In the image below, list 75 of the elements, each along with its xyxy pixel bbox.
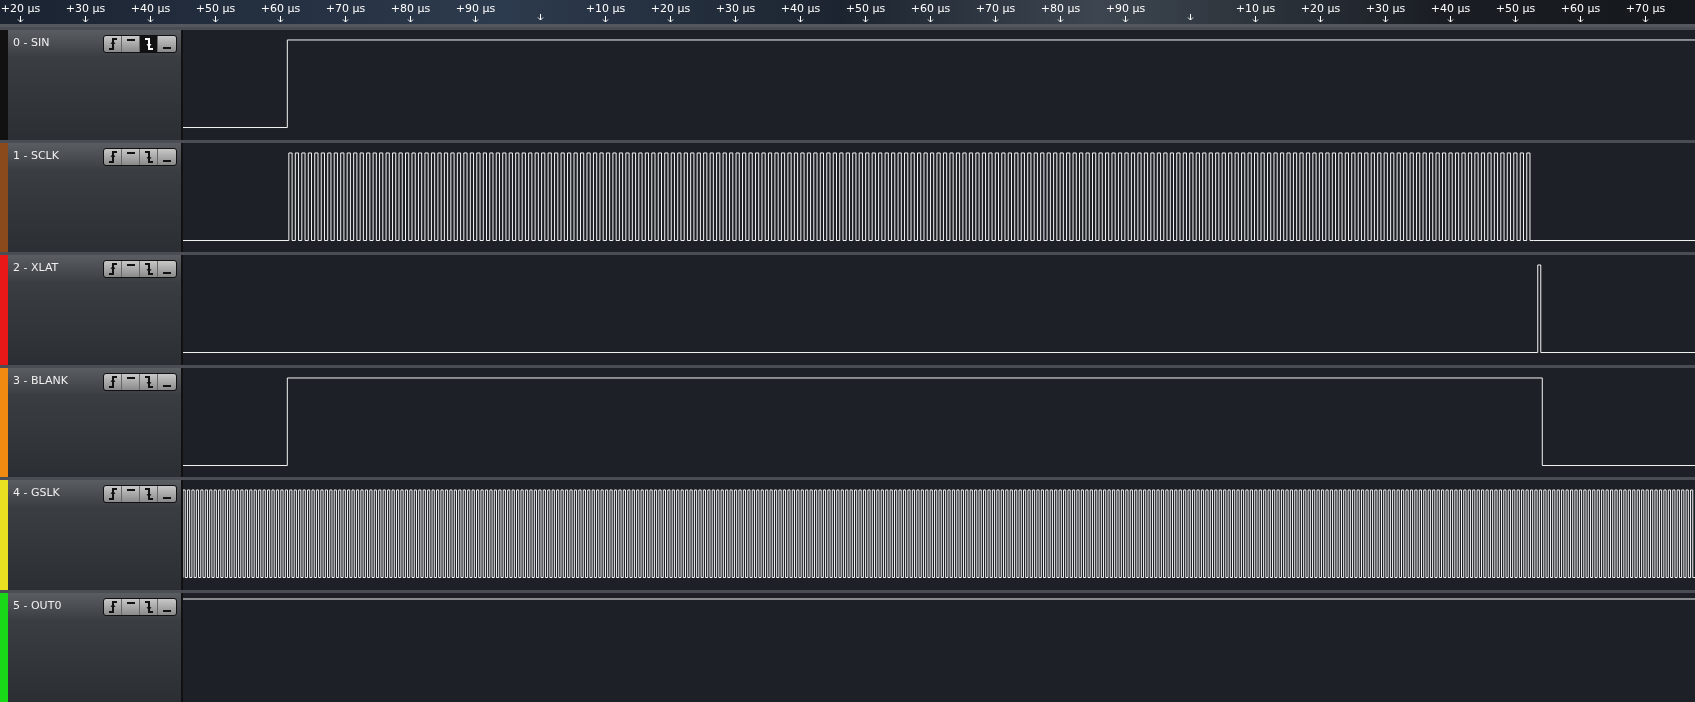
down-arrow-icon [1187, 14, 1194, 21]
rising-edge-icon [107, 600, 118, 613]
rising-edge-icon [107, 488, 118, 500]
high-level-icon [126, 376, 135, 379]
down-arrow-icon [1382, 16, 1389, 23]
down-arrow-icon [212, 16, 219, 23]
falling-edge-icon [143, 600, 154, 613]
down-arrow-icon [537, 14, 544, 21]
channel-name: 0 - SIN [13, 35, 50, 51]
low-level-icon [163, 159, 171, 162]
trigger-button[interactable] [140, 36, 158, 52]
down-arrow-icon [1577, 16, 1584, 23]
time-label: +90 µs [1105, 2, 1146, 16]
time-label: +20 µs [1300, 2, 1341, 16]
down-arrow-icon [472, 16, 479, 23]
time-label: +80 µs [1040, 2, 1081, 16]
down-arrow-icon [407, 16, 414, 23]
low-level-icon [163, 609, 171, 612]
time-label: +80 µs [390, 2, 431, 16]
high-level-icon [126, 151, 135, 154]
down-arrow-icon [732, 16, 739, 23]
down-arrow-icon [147, 16, 154, 23]
down-arrow-icon [602, 16, 609, 23]
time-label: +30 µs [715, 2, 756, 16]
rising-edge-icon [107, 263, 118, 275]
time-label: +60 µs [910, 2, 951, 16]
time-label: +50 µs [845, 2, 886, 16]
falling-edge-icon [143, 150, 154, 163]
time-label: +20 µs [0, 2, 41, 16]
time-label: +70 µs [325, 2, 366, 16]
time-label: +60 µs [260, 2, 301, 16]
falling-edge-icon [143, 375, 154, 388]
time-label: +40 µs [1430, 2, 1471, 16]
time-label: +30 µs [1365, 2, 1406, 16]
down-arrow-icon [1252, 16, 1259, 23]
channel-name: 3 - BLANK [13, 372, 68, 389]
time-label: +10 µs [585, 2, 626, 16]
channel-name: 4 - GSLK [13, 485, 60, 501]
low-level-icon [163, 384, 171, 387]
rising-edge-icon [107, 375, 118, 388]
down-arrow-icon [342, 16, 349, 23]
time-label: +10 µs [1235, 2, 1276, 16]
channel-name: 2 - XLAT [13, 260, 59, 276]
falling-edge-icon [143, 488, 154, 500]
down-arrow-icon [862, 16, 869, 23]
down-arrow-icon [1122, 16, 1129, 23]
down-arrow-icon [667, 16, 674, 23]
high-level-icon [126, 601, 135, 604]
down-arrow-icon [1057, 16, 1064, 23]
time-label: +70 µs [1625, 2, 1666, 16]
time-label: +90 µs [455, 2, 496, 16]
time-label: +50 µs [195, 2, 236, 16]
channel-name: 1 - SCLK [13, 147, 59, 164]
down-arrow-icon [927, 16, 934, 23]
falling-edge-icon [143, 38, 154, 50]
down-arrow-icon [82, 16, 89, 23]
time-label: +60 µs [1560, 2, 1601, 16]
time-label: +50 µs [1495, 2, 1536, 16]
time-label: +20 µs [650, 2, 691, 16]
rising-edge-icon [107, 150, 118, 163]
rising-edge-icon [107, 38, 118, 50]
channel-name: 5 - OUT0 [13, 597, 62, 614]
down-arrow-icon [797, 16, 804, 23]
time-label: +70 µs [975, 2, 1016, 16]
down-arrow-icon [992, 16, 999, 23]
down-arrow-icon [17, 16, 24, 23]
time-label: +40 µs [130, 2, 171, 16]
time-label: +40 µs [780, 2, 821, 16]
down-arrow-icon [277, 16, 284, 23]
down-arrow-icon [1512, 16, 1519, 23]
down-arrow-icon [1447, 16, 1454, 23]
down-arrow-icon [1642, 16, 1649, 23]
time-label: +30 µs [65, 2, 106, 16]
falling-edge-icon [143, 263, 154, 275]
down-arrow-icon [1317, 16, 1324, 23]
